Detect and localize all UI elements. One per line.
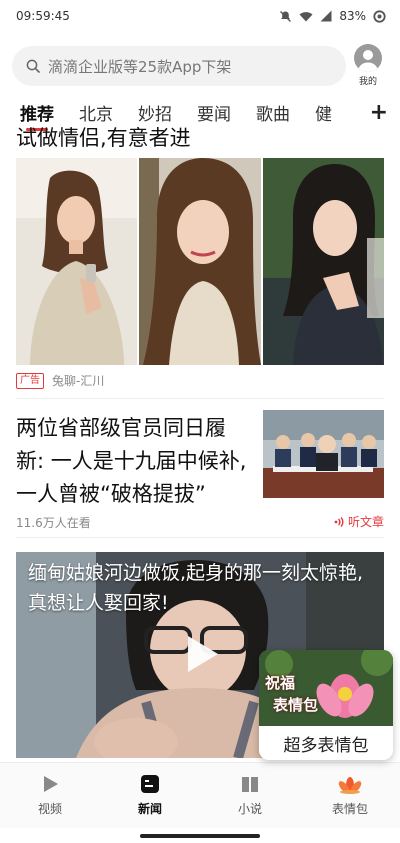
audio-wave-icon: [333, 516, 345, 528]
home-indicator[interactable]: [140, 834, 260, 838]
search-placeholder: 滴滴企业版等25款App下架: [48, 57, 232, 76]
wifi-icon: [299, 11, 313, 22]
ad-title[interactable]: 试做情侣,有意者进: [16, 122, 191, 152]
avatar-icon: [354, 44, 382, 72]
battery-text: 83%: [339, 9, 366, 23]
news-views: 11.6万人在看: [16, 516, 91, 530]
tab-headlines[interactable]: 要闻: [197, 100, 231, 125]
bottom-nav: 视频 新闻 小说 表情包: [0, 762, 400, 828]
profile-button[interactable]: 我的: [348, 44, 388, 87]
play-icon: [40, 774, 60, 794]
ad-meta: 广告 兔聊-汇川: [16, 372, 104, 389]
listen-article-button[interactable]: 听文章: [333, 513, 384, 530]
mute-icon: [279, 10, 292, 23]
ad-photo-2: [139, 158, 261, 365]
status-icons: 83%: [279, 9, 386, 23]
status-bar: 09:59:45 83%: [0, 0, 400, 32]
nav-video[interactable]: 视频: [0, 763, 100, 828]
tab-health[interactable]: 健: [315, 100, 332, 125]
tab-songs[interactable]: 歌曲: [256, 100, 290, 125]
battery-ring-icon: [373, 9, 386, 23]
news-title[interactable]: 两位省部级官员同日履新: 一人是十九届中候补,一人曾被“破格提拔”: [16, 412, 252, 511]
divider: [16, 537, 384, 538]
sticker-promo-card[interactable]: 祝福 表情包 超多表情包: [259, 650, 393, 760]
sticker-text-2: 表情包: [273, 696, 319, 714]
search-row: 滴滴企业版等25款App下架 我的: [12, 44, 388, 88]
nav-news-label: 新闻: [137, 802, 162, 816]
lotus-icon: [337, 774, 363, 794]
ad-source: 兔聊-汇川: [52, 374, 105, 388]
ad-badge: 广告: [16, 372, 44, 389]
book-icon: [240, 774, 260, 794]
tab-beijing[interactable]: 北京: [79, 100, 113, 125]
status-time: 09:59:45: [16, 9, 70, 23]
nav-stickers-label: 表情包: [331, 802, 368, 816]
sticker-promo-image: 祝福 表情包: [259, 650, 393, 726]
nav-news[interactable]: 新闻: [100, 763, 200, 828]
nav-novel-label: 小说: [237, 802, 262, 816]
search-input[interactable]: 滴滴企业版等25款App下架: [12, 46, 346, 86]
nav-video-label: 视频: [37, 802, 62, 816]
ad-photo-1: [16, 158, 138, 365]
sticker-promo-label: 超多表情包: [259, 726, 393, 760]
news-icon: [140, 774, 160, 794]
profile-label: 我的: [358, 77, 377, 87]
nav-stickers[interactable]: 表情包: [300, 763, 400, 828]
sticker-text-1: 祝福: [265, 674, 296, 692]
signal-icon: [320, 10, 332, 22]
video-title: 缅甸姑娘河边做饭,起身的那一刻太惊艳,真想让人娶回家!: [28, 562, 364, 614]
nav-novel[interactable]: 小说: [200, 763, 300, 828]
news-thumbnail[interactable]: [263, 410, 384, 498]
listen-label: 听文章: [347, 515, 384, 529]
tab-recommend[interactable]: 推荐: [20, 100, 54, 131]
search-icon: [26, 59, 40, 73]
tab-tips[interactable]: 妙招: [138, 100, 172, 125]
play-icon[interactable]: [184, 634, 220, 674]
divider: [16, 398, 384, 399]
add-channel-button[interactable]: +: [348, 96, 400, 128]
ad-image-gallery[interactable]: [16, 158, 384, 365]
ad-photo-3: [262, 158, 384, 365]
